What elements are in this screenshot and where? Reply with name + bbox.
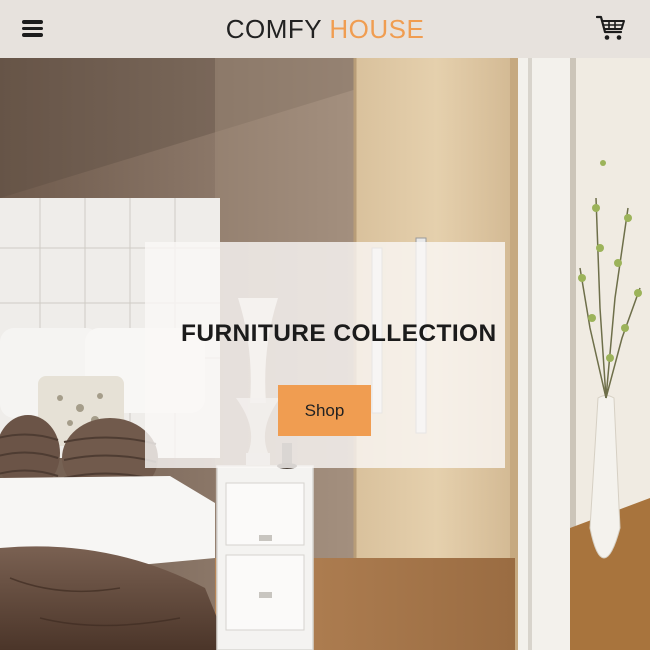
hero-section: FURNITURE COLLECTION Shop (0, 58, 650, 650)
shopping-cart-icon[interactable] (595, 13, 626, 43)
hero-title: FURNITURE COLLECTION (181, 320, 497, 347)
hero-banner: FURNITURE COLLECTION Shop (145, 242, 505, 468)
site-logo[interactable]: COMFY HOUSE (0, 13, 650, 45)
shop-button[interactable]: Shop (278, 385, 371, 436)
brand-name: COMFY (225, 14, 322, 44)
brand-name-accent: HOUSE (329, 14, 425, 44)
navbar: COMFY HOUSE (0, 0, 650, 58)
